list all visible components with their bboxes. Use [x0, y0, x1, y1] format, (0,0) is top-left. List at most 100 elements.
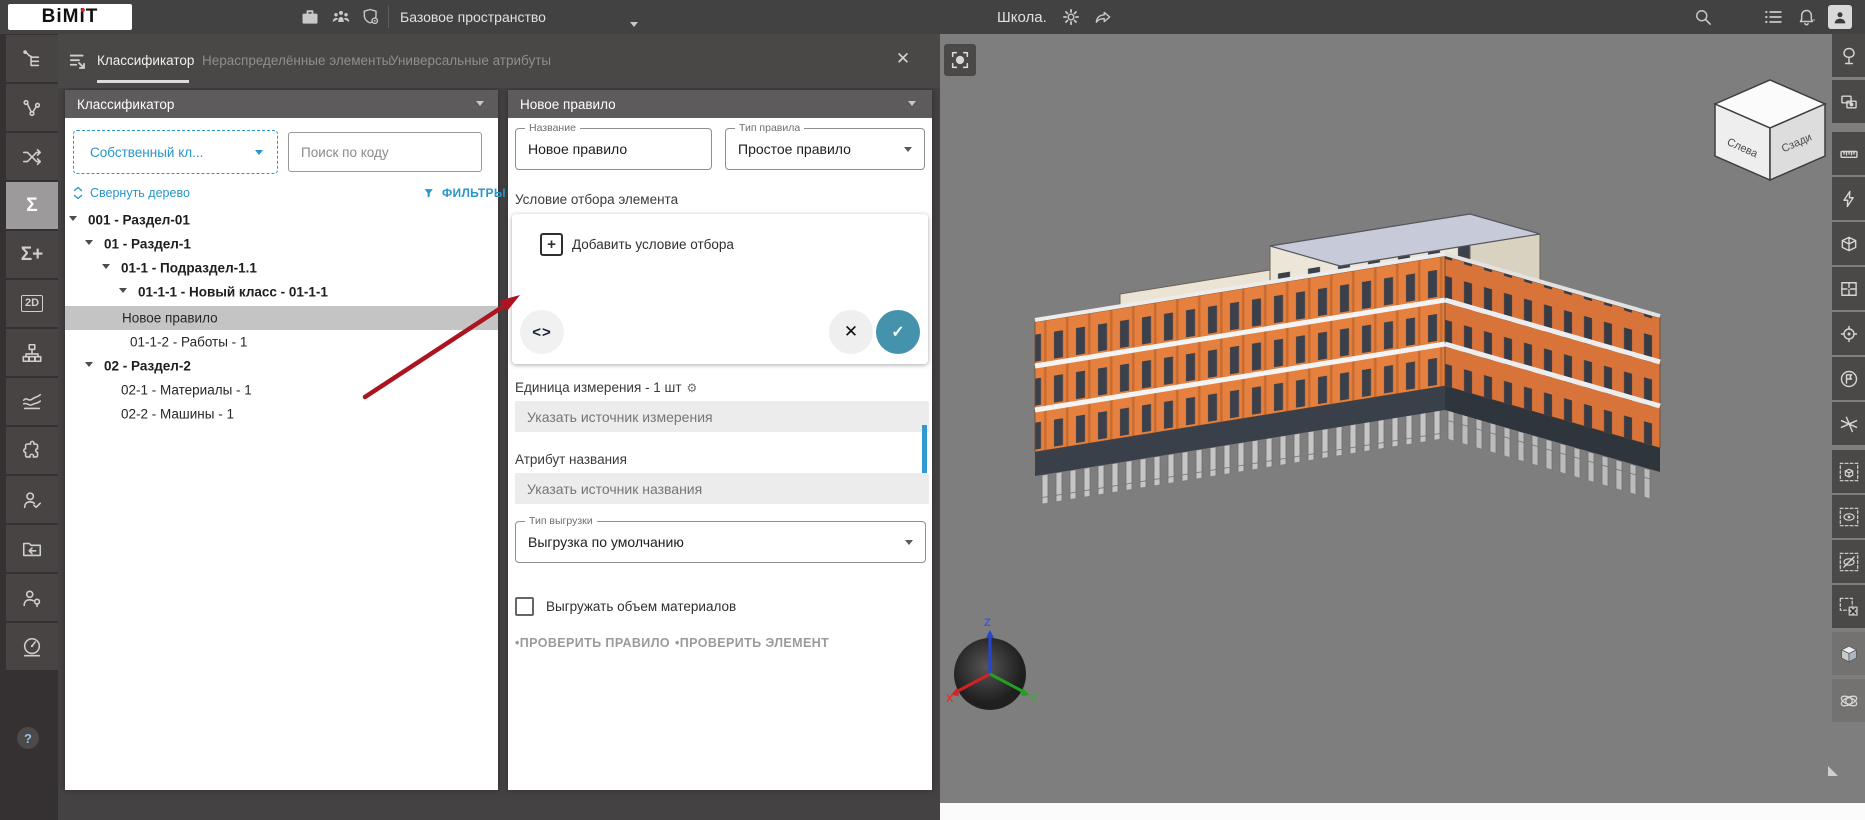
- sidebar-item-plugins[interactable]: [6, 427, 58, 474]
- sidebar-item-charts[interactable]: [6, 378, 58, 425]
- toolbar-section-flash[interactable]: [1832, 177, 1865, 220]
- model-school-building: [1034, 213, 1661, 504]
- sidebar-item-user-check[interactable]: [6, 476, 58, 523]
- add-condition-button[interactable]: + Добавить условие отбора: [540, 232, 734, 256]
- tree-item[interactable]: 01-1-1 - Новый класс - 01-1-1: [65, 280, 498, 304]
- panel-scrollbar[interactable]: [922, 425, 927, 473]
- collapse-tree-button[interactable]: Свернуть дерево: [72, 186, 190, 200]
- account-icon[interactable]: [1828, 5, 1852, 29]
- tree-expand-caret[interactable]: [102, 264, 110, 273]
- search-icon[interactable]: [1690, 4, 1716, 30]
- focus-area-icon[interactable]: [944, 44, 976, 76]
- tab-universal-attributes[interactable]: Универсальные атрибуты: [390, 53, 551, 68]
- tab-unallocated-elements[interactable]: Нераспределённые элементы: [202, 53, 391, 68]
- tree-item-label: Новое правило: [122, 310, 218, 326]
- tree-expand-caret[interactable]: [85, 240, 93, 249]
- close-icon[interactable]: ✕: [890, 46, 916, 72]
- sidebar-item-dashboard-gauge[interactable]: [6, 623, 58, 670]
- briefcase-icon[interactable]: [297, 4, 323, 30]
- toolbar-selection-layers[interactable]: [1832, 80, 1865, 123]
- workspace-selector[interactable]: Базовое пространство: [400, 9, 546, 25]
- sidebar-item-classifier-sum[interactable]: Σ: [6, 182, 58, 229]
- toolbar-clear-selection[interactable]: [1832, 585, 1865, 628]
- tab-classifier[interactable]: Классификатор: [97, 53, 194, 68]
- measure-source-picker[interactable]: Указать источник измерения: [515, 401, 929, 432]
- sidebar-item-relations[interactable]: [6, 84, 58, 131]
- sidebar-item-classifier-sum-add[interactable]: Σ+: [6, 231, 58, 278]
- notifications-icon[interactable]: [1793, 4, 1819, 30]
- condition-card: + Добавить условие отбора <> ✕ ✓: [512, 214, 928, 364]
- classifier-panel-header[interactable]: Классификатор: [65, 90, 498, 118]
- team-icon[interactable]: [328, 4, 354, 30]
- name-source-picker[interactable]: Указать источник названия: [515, 473, 929, 504]
- share-icon[interactable]: [1090, 4, 1116, 30]
- sidebar-item-export-folder[interactable]: [6, 525, 58, 572]
- navigation-cube[interactable]: Слева Сзади: [1713, 79, 1827, 182]
- tree-item[interactable]: 001 - Раздел-01: [65, 208, 498, 232]
- bimit-logo[interactable]: BiM i T: [8, 4, 132, 30]
- tree-item[interactable]: 01-1 - Подраздел-1.1: [65, 256, 498, 280]
- topbar-divider: [388, 6, 389, 28]
- tree-item[interactable]: 01-1-2 - Работы - 1: [65, 330, 498, 354]
- workspace-name: Базовое пространство: [400, 9, 546, 25]
- unit-label-text: Единица измерения - 1 шт: [515, 380, 682, 395]
- shield-user-icon[interactable]: [358, 4, 384, 30]
- rule-panel-header[interactable]: Новое правило: [508, 90, 932, 118]
- toolbar-environment-tree[interactable]: [1832, 34, 1865, 77]
- tree-item-label: 02 - Раздел-2: [104, 358, 191, 374]
- tree-item-label: 01-1 - Подраздел-1.1: [121, 260, 257, 276]
- unit-label: Единица измерения - 1 шт ⚙: [515, 380, 697, 395]
- sidebar-item-sheet-2d[interactable]: 2D: [6, 280, 58, 327]
- sidebar-item-structure[interactable]: [6, 329, 58, 376]
- tree-item[interactable]: 01 - Раздел-1: [65, 232, 498, 256]
- tree-item-label: 01-1-2 - Работы - 1: [130, 334, 248, 350]
- list-icon[interactable]: [1760, 4, 1786, 30]
- confirm-button[interactable]: ✓: [876, 310, 920, 354]
- toolbar-view-cube[interactable]: [1832, 632, 1865, 675]
- materials-volume-checkbox[interactable]: [515, 597, 534, 616]
- tree-item-selected[interactable]: Новое правило: [65, 306, 498, 330]
- add-condition-label: Добавить условие отбора: [572, 236, 734, 252]
- toolbar-hide-eye[interactable]: [1832, 540, 1865, 583]
- workspace-dropdown-caret[interactable]: [630, 14, 638, 32]
- tree-item[interactable]: 02-1 - Материалы - 1: [65, 378, 498, 402]
- panel-tabs-bar: Классификатор Нераспределённые элементы …: [58, 34, 940, 88]
- toolbar-orbit-view[interactable]: [1832, 679, 1865, 722]
- toolbar-isolate-cube[interactable]: [1832, 450, 1865, 493]
- toolbar-floor-plan[interactable]: [1832, 267, 1865, 310]
- filter-funnel-icon: [424, 188, 433, 198]
- toolbar-locate-target[interactable]: [1832, 312, 1865, 355]
- rule-type-select[interactable]: Тип правила Простое правило: [725, 122, 925, 170]
- classifier-select[interactable]: Собственный кл...: [73, 130, 278, 174]
- toolbar-show-eye[interactable]: [1832, 495, 1865, 538]
- tool-sidebar: Σ Σ+ 2D: [0, 34, 58, 820]
- resize-handle[interactable]: [1828, 766, 1838, 776]
- check-element-button[interactable]: •ПРОВЕРИТЬ ЭЛЕМЕНТ: [675, 636, 829, 650]
- axis-y-label: Y: [1030, 693, 1038, 705]
- tree-expand-caret[interactable]: [85, 362, 93, 371]
- settings-gear-icon[interactable]: [1058, 4, 1084, 30]
- toolbar-section-cube[interactable]: [1832, 222, 1865, 265]
- tree-item[interactable]: 02 - Раздел-2: [65, 354, 498, 378]
- tree-item-label: 001 - Раздел-01: [88, 212, 190, 228]
- toolbar-measure-ruler[interactable]: [1832, 132, 1865, 175]
- code-search-input[interactable]: [288, 132, 482, 172]
- help-button[interactable]: ?: [17, 727, 39, 749]
- toolbar-flag-marker[interactable]: [1832, 357, 1865, 400]
- collapse-panel-icon[interactable]: [68, 51, 90, 73]
- cancel-button[interactable]: ✕: [829, 310, 873, 354]
- check-rule-button[interactable]: •ПРОВЕРИТЬ ПРАВИЛО: [515, 636, 670, 650]
- unit-settings-gear-icon[interactable]: ⚙: [687, 381, 698, 395]
- sidebar-item-model-tree[interactable]: [6, 35, 58, 82]
- axis-gizmo[interactable]: X Y Z: [946, 617, 1038, 710]
- sidebar-item-mix-transfer[interactable]: [6, 133, 58, 180]
- filters-button[interactable]: ФИЛЬТРЫ: [423, 186, 506, 200]
- code-editor-button[interactable]: <>: [520, 310, 564, 354]
- rule-name-input[interactable]: [516, 129, 711, 169]
- export-type-select[interactable]: Тип выгрузки Выгрузка по умолчанию: [515, 515, 926, 563]
- tree-expand-caret[interactable]: [69, 216, 77, 225]
- tree-expand-caret[interactable]: [119, 288, 127, 297]
- tree-item[interactable]: 02-2 - Машины - 1: [65, 402, 498, 426]
- sidebar-item-user-location[interactable]: [6, 574, 58, 621]
- toolbar-axis-lines[interactable]: [1832, 402, 1865, 445]
